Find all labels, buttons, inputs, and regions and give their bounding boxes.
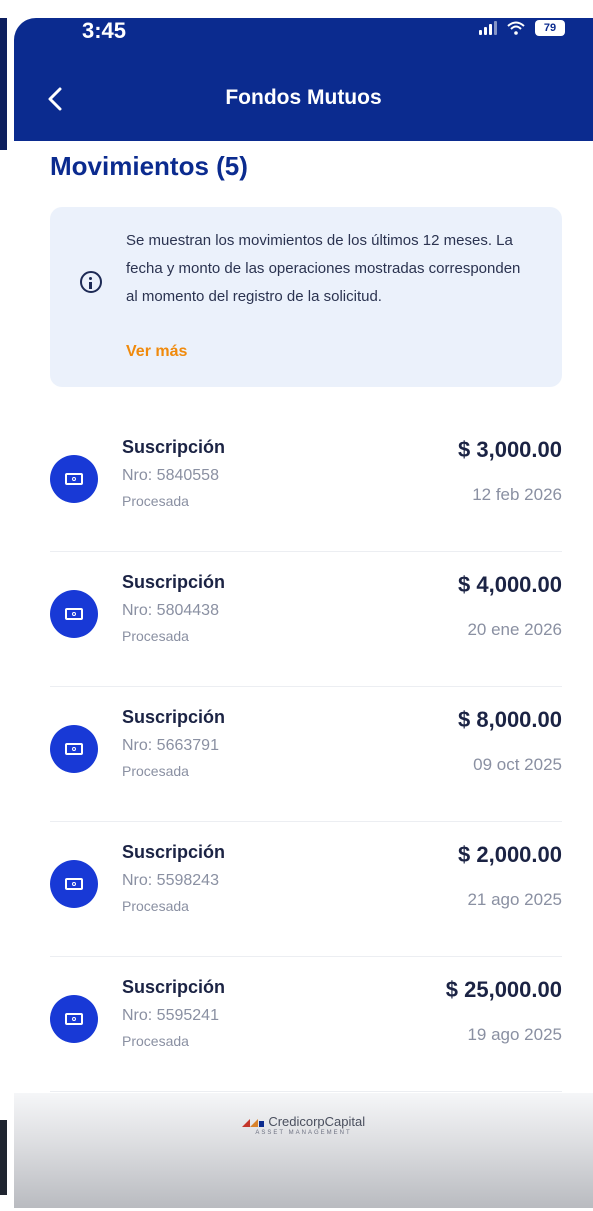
background-app-edge: [0, 0, 9, 1211]
money-bill-icon: [50, 860, 98, 908]
movement-type: Suscripción: [122, 707, 226, 727]
background-app-edge-top: [0, 18, 7, 150]
movement-amount: $ 2,000.00: [458, 842, 562, 867]
movement-amount: $ 4,000.00: [458, 572, 562, 597]
movement-status: Procesada: [122, 898, 189, 914]
movement-status: Procesada: [122, 763, 189, 779]
money-bill-icon: [50, 590, 98, 638]
see-more-link[interactable]: Ver más: [126, 343, 187, 361]
page-title: Fondos Mutuos: [225, 86, 382, 109]
background-app-edge-bottom: [0, 1120, 7, 1195]
movement-date: 20 ene 2026: [467, 620, 562, 639]
money-bill-icon: [50, 725, 98, 773]
movements-heading: Movimientos (5): [50, 151, 248, 181]
footer: CredicorpCapital ASSET MANAGEMENT: [14, 1093, 593, 1208]
movement-status: Procesada: [122, 493, 189, 509]
battery-icon: 79: [535, 20, 565, 36]
movement-date: 19 ago 2025: [467, 1025, 562, 1044]
signal-icon: [479, 21, 497, 35]
brand-logo: CredicorpCapital ASSET MANAGEMENT: [14, 1113, 593, 1136]
movement-number: Nro: 5598243: [122, 872, 219, 889]
status-time: 3:45: [82, 18, 127, 43]
movement-status: Procesada: [122, 1033, 189, 1049]
info-banner: Se muestran los movimientos de los últim…: [50, 207, 562, 387]
app-screen: 3:45 79 Fondos Mutuos Movimientos (5) Se…: [14, 18, 593, 1208]
movement-number: Nro: 5595241: [122, 1007, 219, 1024]
movement-date: 12 feb 2026: [472, 485, 562, 504]
movement-amount: $ 25,000.00: [445, 977, 562, 1002]
movement-type: Suscripción: [122, 572, 226, 592]
money-bill-icon: [50, 995, 98, 1043]
brand-logo-mark-icon: [241, 1118, 264, 1127]
movement-number: Nro: 5840558: [122, 467, 219, 484]
movement-amount: $ 8,000.00: [458, 707, 562, 732]
movement-item[interactable]: Suscripción Nro: 5598243 Procesada $ 2,0…: [50, 822, 562, 957]
movement-type: Suscripción: [122, 977, 226, 997]
movement-type: Suscripción: [122, 437, 226, 457]
movement-amount: $ 3,000.00: [458, 437, 562, 462]
movement-item[interactable]: Suscripción Nro: 5840558 Procesada $ 3,0…: [50, 417, 562, 552]
info-text: Se muestran los movimientos de los últim…: [126, 232, 521, 305]
movements-content: Movimientos (5) Se muestran los movimien…: [14, 141, 593, 1208]
money-bill-icon: [50, 455, 98, 503]
movement-item[interactable]: Suscripción Nro: 5595241 Procesada $ 25,…: [50, 957, 562, 1092]
movement-item[interactable]: Suscripción Nro: 5663791 Procesada $ 8,0…: [50, 687, 562, 822]
status-icons: 79: [479, 20, 565, 36]
movement-status: Procesada: [122, 628, 189, 644]
movement-date: 09 oct 2025: [473, 755, 562, 774]
wifi-icon: [507, 21, 525, 35]
app-header: 3:45 79 Fondos Mutuos: [14, 18, 593, 141]
movement-item[interactable]: Suscripción Nro: 5804438 Procesada $ 4,0…: [50, 552, 562, 687]
brand-name: CredicorpCapital: [268, 1114, 366, 1130]
movement-number: Nro: 5663791: [122, 737, 219, 754]
movement-number: Nro: 5804438: [122, 602, 219, 619]
movement-type: Suscripción: [122, 842, 226, 862]
info-icon: [80, 271, 102, 293]
brand-subtitle: ASSET MANAGEMENT: [255, 1130, 352, 1136]
movement-date: 21 ago 2025: [467, 890, 562, 909]
